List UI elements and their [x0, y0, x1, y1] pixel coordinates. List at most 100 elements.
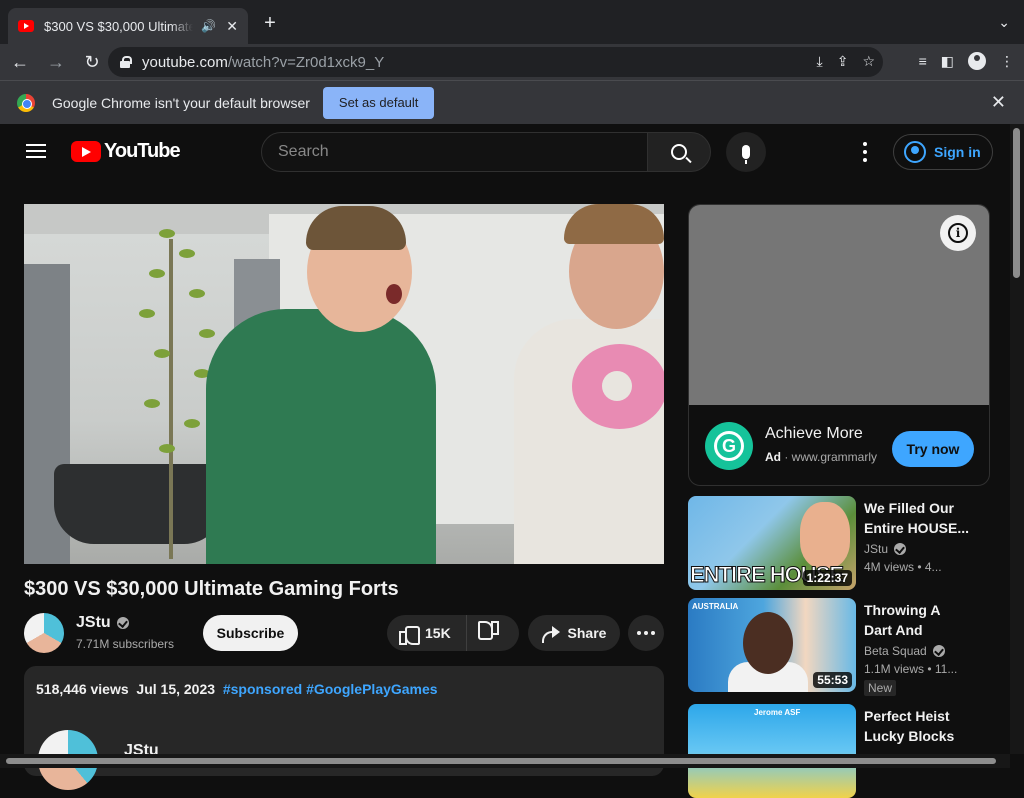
youtube-logo-text: YouTube: [104, 140, 180, 163]
infobar-message: Google Chrome isn't your default browser: [52, 95, 310, 111]
verified-icon: [933, 645, 945, 657]
search-box[interactable]: [261, 132, 648, 172]
channel-name[interactable]: JStu: [76, 614, 129, 632]
youtube-logo[interactable]: YouTube: [71, 140, 180, 163]
video-duration: 55:53: [813, 672, 852, 688]
video-thumbnail[interactable]: AUSTRALIA 55:53: [688, 598, 856, 692]
more-actions-button[interactable]: [628, 615, 664, 651]
browser-tab-strip: $300 VS $30,000 Ultimate Gaming Forts - …: [0, 0, 1024, 44]
vertical-scrollbar[interactable]: [1010, 124, 1024, 754]
close-tab-icon[interactable]: ✕: [226, 18, 238, 35]
account-icon: [904, 141, 926, 163]
recommended-channel-name: JStu: [864, 542, 888, 556]
default-browser-infobar: Google Chrome isn't your default browser…: [0, 80, 1024, 124]
like-dislike-group: 15K: [387, 615, 519, 651]
back-arrow-icon[interactable]: ←: [4, 46, 36, 78]
youtube-favicon-icon: [18, 20, 34, 32]
channel-name-text: JStu: [76, 614, 111, 632]
chrome-logo-icon: [17, 94, 35, 112]
thumbs-down-icon[interactable]: [481, 624, 499, 642]
search-icon: [671, 144, 687, 160]
view-count: 518,446 views: [36, 681, 129, 697]
thumbs-up-icon: [399, 624, 417, 642]
side-panel-icon[interactable]: ◧: [941, 53, 954, 70]
chrome-menu-icon[interactable]: ⋮: [1000, 53, 1014, 70]
hashtag-link[interactable]: #sponsored: [223, 681, 302, 697]
ad-subline: Ad · www.grammarly: [765, 450, 877, 464]
recommended-video-title[interactable]: We Filled Our Entire HOUSE...: [864, 498, 970, 538]
speaker-icon[interactable]: 🔊: [201, 19, 216, 33]
horizontal-scrollbar[interactable]: [0, 754, 1010, 768]
recommended-video-title[interactable]: Throwing A Dart And Flyin...: [864, 600, 970, 640]
bookmark-star-icon[interactable]: ☆: [862, 53, 875, 70]
search-button[interactable]: [647, 132, 711, 172]
ad-label: Ad: [765, 450, 781, 464]
share-button[interactable]: Share: [528, 615, 620, 651]
info-icon: i: [948, 223, 968, 243]
recommended-meta: 1.1M views • 11...: [864, 662, 957, 676]
browser-toolbar: ← → ↻ youtube.com/watch?v=Zr0d1xck9_Y ⤓ …: [0, 44, 1024, 80]
verified-icon: [117, 617, 129, 629]
url-host: youtube.com: [142, 54, 228, 71]
subscribe-button[interactable]: Subscribe: [203, 615, 298, 651]
share-arrow-icon: [542, 626, 560, 640]
browser-tab-active[interactable]: $300 VS $30,000 Ultimate Gaming Forts - …: [8, 8, 248, 44]
video-thumbnail[interactable]: Jerome ASF: [688, 704, 856, 798]
share-label: Share: [568, 625, 607, 641]
video-title: $300 VS $30,000 Ultimate Gaming Forts: [24, 578, 399, 601]
lock-icon[interactable]: [120, 56, 130, 68]
try-now-button[interactable]: Try now: [892, 431, 974, 467]
like-count: 15K: [425, 625, 451, 641]
profile-icon[interactable]: [968, 52, 986, 70]
recommended-channel[interactable]: Beta Squad: [864, 644, 945, 658]
ad-info-button[interactable]: i: [940, 215, 976, 251]
new-badge: New: [864, 680, 896, 696]
scrollbar-thumb[interactable]: [6, 758, 996, 764]
reload-icon[interactable]: ↻: [76, 46, 108, 78]
scrollbar-thumb[interactable]: [1013, 128, 1020, 278]
video-thumbnail[interactable]: ENTIRE HOUSE 1:22:37: [688, 496, 856, 590]
close-icon[interactable]: ✕: [991, 92, 1006, 113]
recommended-channel[interactable]: JStu: [864, 542, 906, 556]
media-controls-icon[interactable]: ≡: [919, 53, 927, 69]
hashtag-link[interactable]: #GooglePlayGames: [306, 681, 438, 697]
set-as-default-button[interactable]: Set as default: [323, 87, 435, 119]
install-app-icon[interactable]: ⤓: [817, 53, 823, 70]
ad-title[interactable]: Achieve More: [765, 425, 863, 443]
ad-domain: www.grammarly: [792, 450, 877, 464]
grammarly-logo: G: [705, 422, 753, 470]
address-bar[interactable]: youtube.com/watch?v=Zr0d1xck9_Y ⤓ ⇪ ☆: [108, 47, 883, 77]
video-duration: 1:22:37: [803, 570, 852, 586]
recommended-channel-name: Beta Squad: [864, 644, 927, 658]
forward-arrow-icon[interactable]: →: [40, 46, 72, 78]
youtube-play-icon: [71, 141, 101, 162]
ad-card[interactable]: i G Achieve More Ad · www.grammarly Try …: [688, 204, 990, 486]
sign-in-label: Sign in: [934, 144, 981, 160]
tab-title: $300 VS $30,000 Ultimate Gaming Forts - …: [44, 19, 193, 34]
new-tab-icon[interactable]: +: [258, 12, 282, 35]
recommended-video[interactable]: Jerome ASF Perfect Heist Lucky Blocks I.…: [688, 704, 998, 798]
search-input[interactable]: [278, 143, 618, 161]
thumbnail-text: AUSTRALIA: [692, 602, 738, 611]
video-player[interactable]: [24, 204, 664, 564]
share-page-icon[interactable]: ⇪: [837, 53, 849, 70]
verified-icon: [894, 543, 906, 555]
subscriber-count: 7.71M subscribers: [76, 637, 174, 651]
url-path: /watch?v=Zr0d1xck9_Y: [228, 54, 384, 71]
channel-avatar[interactable]: [24, 613, 64, 653]
recommended-meta: 4M views • 4...: [864, 560, 942, 574]
recommended-video[interactable]: AUSTRALIA 55:53 Throwing A Dart And Flyi…: [688, 598, 998, 692]
recommended-video[interactable]: ENTIRE HOUSE 1:22:37 We Filled Our Entir…: [688, 496, 998, 590]
hamburger-menu-icon[interactable]: [26, 144, 46, 158]
sign-in-button[interactable]: Sign in: [893, 134, 993, 170]
thumbnail-text: Jerome ASF: [754, 708, 800, 717]
recommended-video-title[interactable]: Perfect Heist Lucky Blocks I...: [864, 706, 970, 746]
description-meta: 518,446 views Jul 15, 2023 #sponsored #G…: [36, 681, 438, 697]
youtube-header: YouTube Sign in: [0, 124, 1010, 180]
microphone-icon: [742, 145, 750, 159]
upload-date: Jul 15, 2023: [136, 681, 215, 697]
voice-search-button[interactable]: [726, 132, 766, 172]
like-button[interactable]: 15K: [387, 615, 467, 651]
settings-kebab-icon[interactable]: [863, 142, 867, 162]
chevron-down-icon[interactable]: ⌄: [998, 14, 1010, 31]
